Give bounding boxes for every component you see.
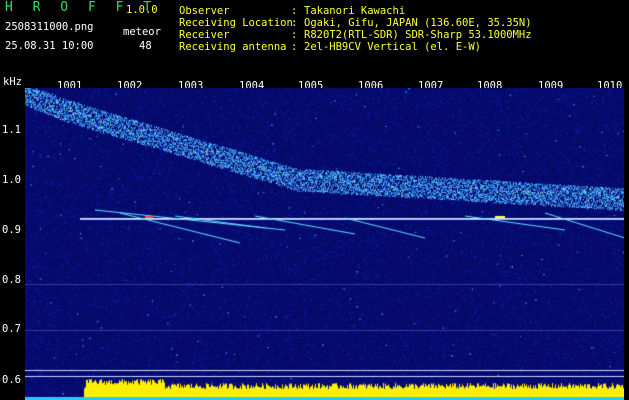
axis-unit-label: kHz bbox=[3, 76, 22, 88]
header-panel: H R O F F T 1.0.0 2508311000.png 25.08.3… bbox=[0, 0, 629, 76]
info-value: Takanori Kawachi bbox=[304, 5, 406, 17]
file-name: 2508311000.png bbox=[5, 21, 94, 33]
meteor-count: 48 bbox=[139, 40, 152, 52]
info-label: Receiver bbox=[179, 29, 230, 41]
info-value: R820T2(RTL-SDR) SDR-Sharp 53.1000MHz bbox=[304, 29, 532, 41]
info-label: Observer bbox=[179, 5, 230, 17]
meteor-label: meteor bbox=[123, 26, 161, 38]
info-separator: : bbox=[291, 5, 298, 17]
info-value: Ogaki, Gifu, JAPAN (136.60E, 35.35N) bbox=[304, 17, 532, 29]
date-time: 25.08.31 10:00 bbox=[5, 40, 94, 52]
info-label: Receiving Location bbox=[179, 17, 293, 29]
app-version: 1.0.0 bbox=[126, 4, 158, 16]
y-tick-label: 0.6 bbox=[2, 374, 21, 386]
y-tick-label: 1.0 bbox=[2, 174, 21, 186]
y-tick-label: 0.8 bbox=[2, 274, 21, 286]
y-tick-label: 0.7 bbox=[2, 323, 21, 335]
y-tick-label: 1.1 bbox=[2, 124, 21, 136]
info-value: 2el-HB9CV Vertical (el. E-W) bbox=[304, 41, 482, 53]
spectrogram-waterfall bbox=[25, 88, 624, 400]
info-label: Receiving antenna bbox=[179, 41, 287, 53]
info-separator: : bbox=[291, 41, 298, 53]
info-separator: : bbox=[291, 29, 298, 41]
info-separator: : bbox=[291, 17, 298, 29]
y-tick-label: 0.9 bbox=[2, 224, 21, 236]
